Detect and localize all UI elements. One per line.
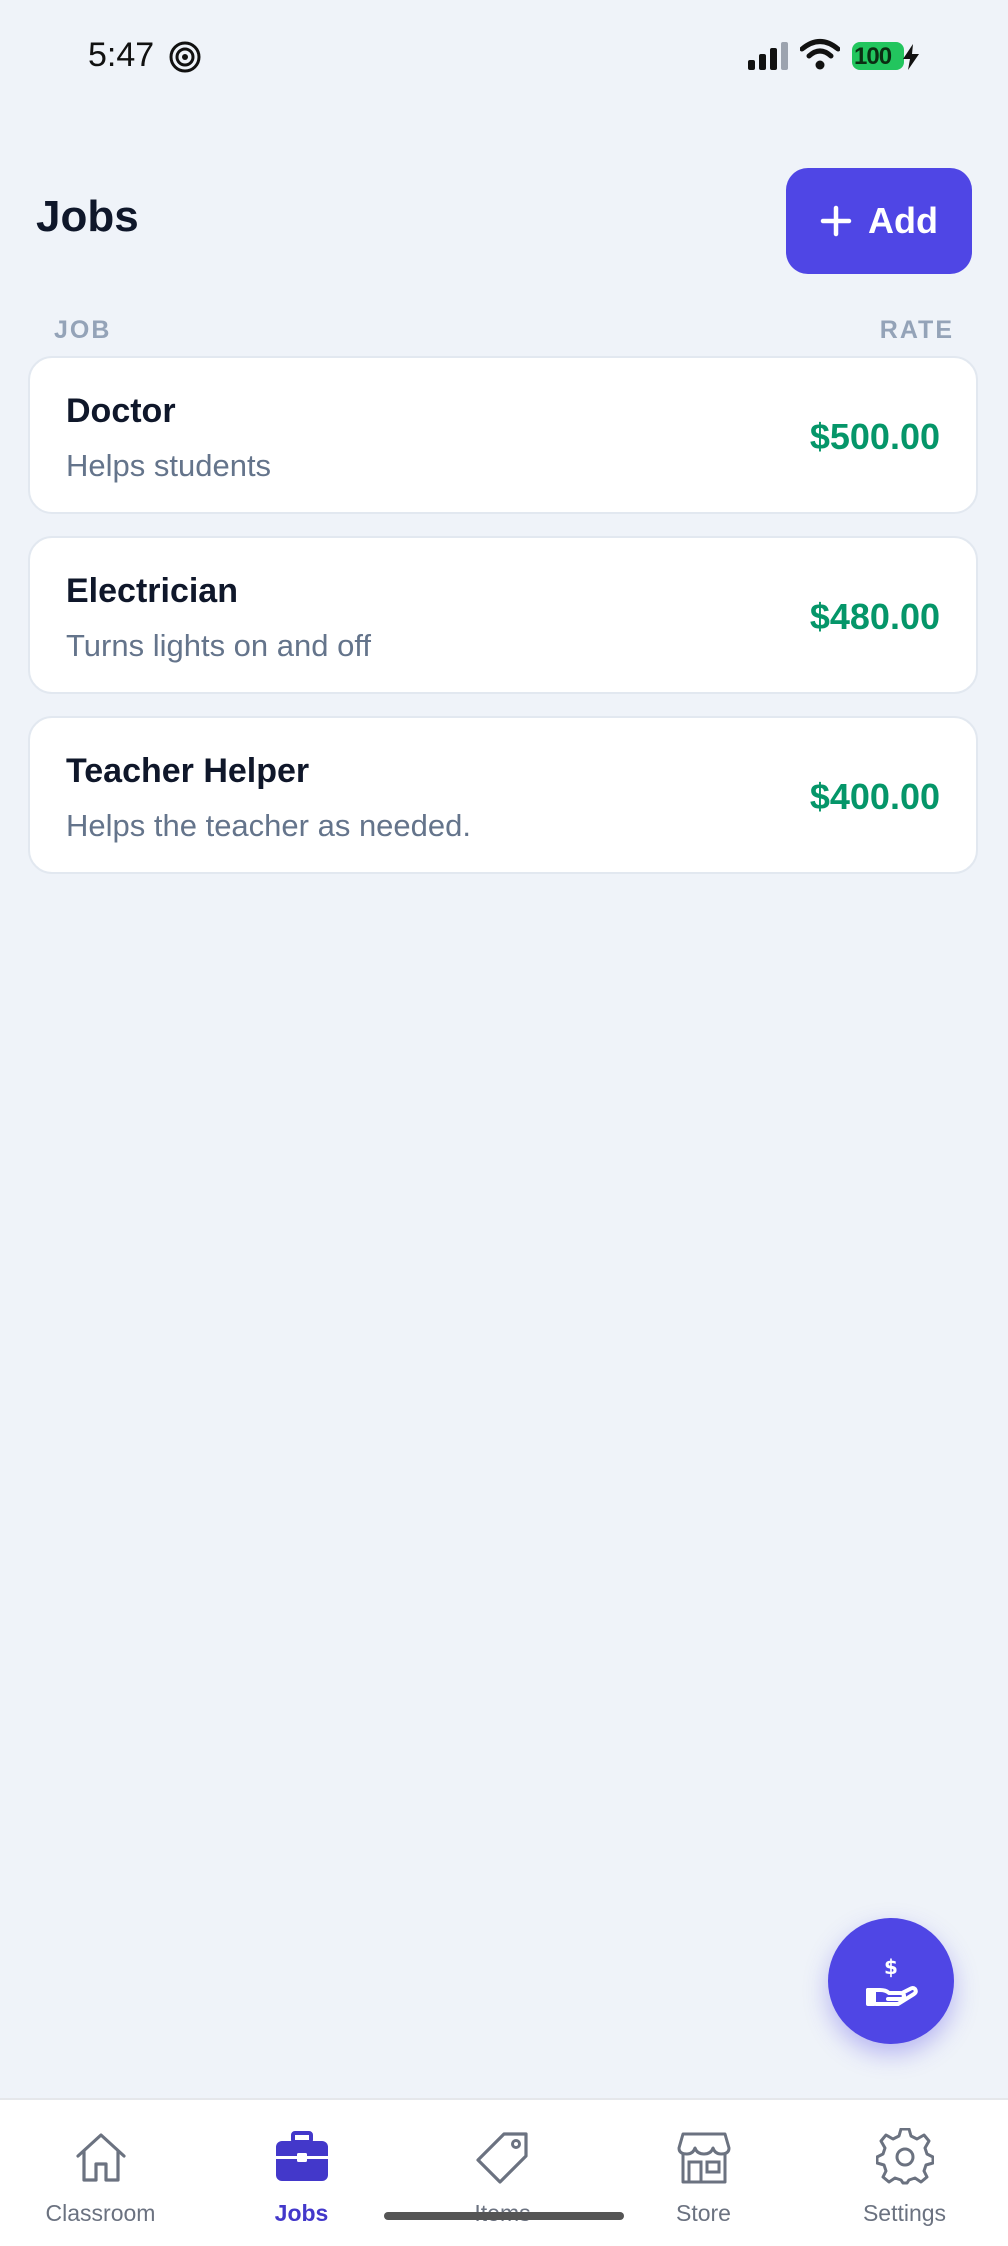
- store-icon: [677, 2132, 731, 2184]
- status-bar: 5:47 100: [0, 0, 1008, 115]
- house-icon: [76, 2133, 126, 2182]
- tag-icon: [476, 2132, 528, 2184]
- column-header-job: JOB: [54, 316, 112, 344]
- job-rate: $400.00: [809, 776, 940, 817]
- job-rate: $480.00: [809, 596, 940, 637]
- job-card-teacher-helper[interactable]: Teacher Helper Helps the teacher as need…: [28, 716, 978, 874]
- page-title: Jobs: [36, 192, 139, 241]
- home-indicator: [384, 2212, 624, 2220]
- nav-item-jobs[interactable]: Jobs: [201, 2100, 402, 2246]
- radar-icon: [169, 41, 201, 73]
- nav-item-items[interactable]: Items: [402, 2100, 603, 2246]
- nav-item-settings[interactable]: Settings: [804, 2100, 1005, 2246]
- job-description: Turns lights on and off: [66, 628, 372, 663]
- add-button-label: Add: [868, 200, 938, 241]
- job-description: Helps students: [66, 448, 272, 483]
- gear-icon: [876, 2128, 934, 2185]
- svg-text:$: $: [884, 1955, 898, 1979]
- briefcase-icon: [276, 2131, 328, 2181]
- add-job-button[interactable]: Add: [786, 168, 972, 274]
- nav-label: Settings: [862, 2200, 947, 2226]
- hand-dollar-icon: $: [866, 1955, 918, 2006]
- job-title: Doctor: [66, 392, 176, 430]
- plus-icon: [820, 205, 852, 237]
- job-card-electrician[interactable]: Electrician Turns lights on and off $480…: [28, 536, 978, 694]
- signal-icon: [748, 42, 788, 70]
- job-description: Helps the teacher as needed.: [66, 808, 471, 843]
- job-title: Teacher Helper: [66, 752, 310, 790]
- nav-item-classroom[interactable]: Classroom: [0, 2100, 201, 2246]
- nav-label: Classroom: [45, 2200, 156, 2226]
- battery-level: 100: [854, 43, 892, 70]
- job-rate: $500.00: [809, 416, 940, 457]
- status-time: 5:47: [88, 36, 155, 74]
- job-card-doctor[interactable]: Doctor Helps students $500.00: [28, 356, 978, 514]
- pay-fab-button[interactable]: $: [828, 1918, 954, 2044]
- job-title: Electrician: [66, 572, 238, 610]
- bottom-nav: Classroom Jobs Items Store Settings: [0, 2098, 1008, 2246]
- nav-label: Jobs: [274, 2200, 329, 2226]
- column-header-rate: RATE: [879, 316, 954, 344]
- battery-icon: 100: [852, 42, 919, 70]
- nav-item-store[interactable]: Store: [603, 2100, 804, 2246]
- nav-label: Store: [676, 2200, 731, 2226]
- charging-bolt-icon: [903, 44, 919, 70]
- wifi-icon: [800, 39, 840, 70]
